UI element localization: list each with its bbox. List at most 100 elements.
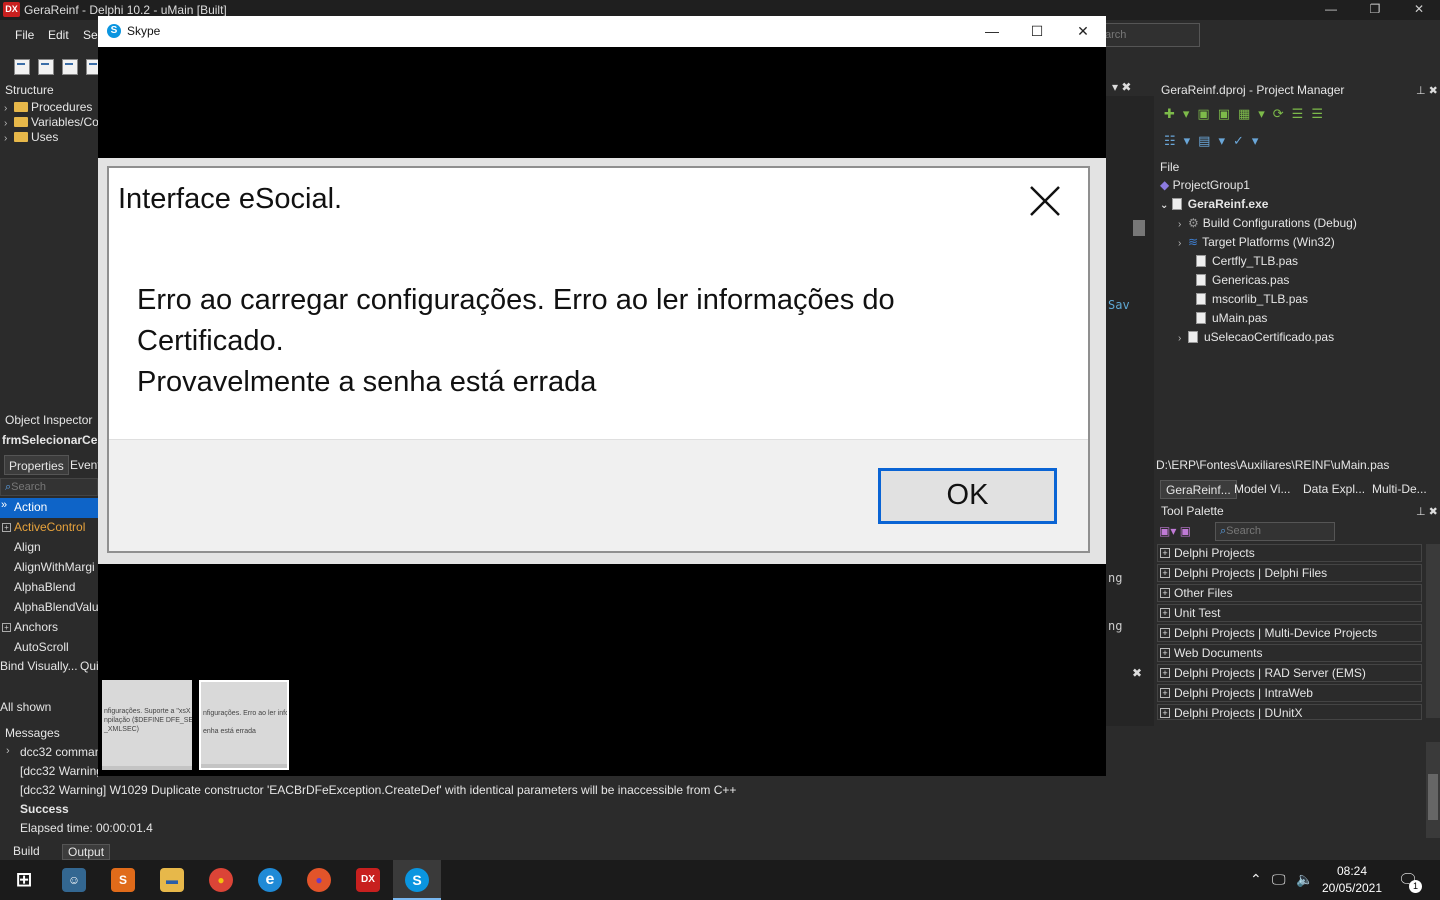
property-row-anchors[interactable]: + Anchors xyxy=(0,618,98,638)
volume-icon[interactable]: 🔈 xyxy=(1296,871,1313,888)
project-toolbar-icon[interactable]: ✚▾▣▣▦▾⟳☰☰ xyxy=(1164,106,1384,126)
new-file-icon[interactable] xyxy=(14,59,30,75)
taskbar-app-skype[interactable]: S xyxy=(393,860,441,900)
structure-item[interactable]: › Variables/Co xyxy=(4,115,98,131)
message-line[interactable]: [dcc32 Warning] W1029 Duplicate construc… xyxy=(20,783,736,797)
tab-gerareinf[interactable]: GeraReinf... xyxy=(1160,480,1237,499)
new-project-icon[interactable] xyxy=(38,59,54,75)
palette-search-input[interactable]: ⌕Search xyxy=(1215,522,1335,541)
taskbar-app-postgres[interactable]: ☺ xyxy=(50,860,98,900)
taskbar-app-sublime[interactable]: S xyxy=(99,860,147,900)
property-row-alphablend[interactable]: AlphaBlend xyxy=(0,578,98,598)
tab-output[interactable]: Output xyxy=(62,844,111,860)
screen-thumbnail[interactable]: nfigurações. Suporte a "xsX npilação ($D… xyxy=(102,680,192,770)
screen-thumbnail-active[interactable]: nfigurações. Erro ao ler info enha está … xyxy=(199,680,289,770)
palette-category[interactable]: + Other Files xyxy=(1157,584,1422,602)
dropdown-icon[interactable]: ▾ ✖ xyxy=(1112,80,1131,94)
quick-edit-link[interactable]: Qui xyxy=(80,659,98,673)
taskbar-app-delphi[interactable]: DX xyxy=(344,860,392,900)
project-item-file[interactable]: Certfly_TLB.pas xyxy=(1196,254,1298,273)
close-button[interactable]: ✕ xyxy=(1060,16,1106,47)
property-row-activecontrol[interactable]: + ActiveControl xyxy=(0,518,98,538)
taskbar-app-edge[interactable]: e xyxy=(246,860,294,900)
chevron-right-icon[interactable]: › xyxy=(6,745,10,757)
restore-button[interactable]: ❐ xyxy=(1353,0,1397,20)
minimize-button[interactable]: — xyxy=(969,16,1015,47)
maximize-button[interactable]: ☐ xyxy=(1014,16,1060,47)
clock-date[interactable]: 20/05/2021 xyxy=(1320,881,1384,895)
project-item-build-configurations[interactable]: › ⚙ Build Configurations (Debug) xyxy=(1178,216,1357,235)
palette-category[interactable]: + Delphi Projects | DUnitX xyxy=(1157,704,1422,720)
property-row-alignwithmargins[interactable]: AlignWithMargi xyxy=(0,558,98,578)
expand-icon[interactable]: + xyxy=(1160,708,1170,718)
expand-icon[interactable]: + xyxy=(2,523,11,532)
scrollbar-thumb[interactable] xyxy=(1133,220,1145,236)
property-search-input[interactable]: ⌕Search xyxy=(0,478,98,496)
palette-category[interactable]: + Delphi Projects xyxy=(1157,544,1422,562)
pin-close-icon[interactable]: ⊥ ✖ xyxy=(1416,84,1438,97)
expand-icon[interactable]: + xyxy=(1160,588,1170,598)
project-item-target-platforms[interactable]: › ≋ Target Platforms (Win32) xyxy=(1178,235,1335,254)
expand-icon[interactable]: + xyxy=(2,623,11,632)
expand-icon[interactable]: + xyxy=(1160,568,1170,578)
expand-icon[interactable]: + xyxy=(1160,628,1170,638)
expand-icon[interactable]: + xyxy=(1160,608,1170,618)
open-file-icon[interactable] xyxy=(62,59,78,75)
property-row-align[interactable]: Align xyxy=(0,538,98,558)
scrollbar-thumb[interactable] xyxy=(1428,774,1438,820)
expand-icon[interactable]: + xyxy=(1160,648,1170,658)
property-row-alphablendvalue[interactable]: AlphaBlendValu xyxy=(0,598,98,618)
palette-category[interactable]: + Delphi Projects | Multi-Device Projects xyxy=(1157,624,1422,642)
expand-icon[interactable]: + xyxy=(1160,668,1170,678)
project-item-file[interactable]: Genericas.pas xyxy=(1196,273,1289,292)
tab-build[interactable]: Build xyxy=(8,844,45,860)
tab-events[interactable]: Event xyxy=(66,455,98,475)
start-button[interactable]: ⊞ xyxy=(0,860,48,900)
menu-edit[interactable]: Edit xyxy=(48,28,69,42)
palette-category[interactable]: + Web Documents xyxy=(1157,644,1422,662)
expand-icon[interactable]: + xyxy=(1160,688,1170,698)
property-row-action[interactable]: » Action xyxy=(0,498,98,518)
project-group-row[interactable]: ◆ ProjectGroup1 xyxy=(1160,178,1250,197)
project-toolbar-icon[interactable]: ☷▾▤▾✓▾ xyxy=(1164,133,1304,153)
palette-category[interactable]: + Delphi Projects | RAD Server (EMS) xyxy=(1157,664,1422,682)
tab-model-view[interactable]: Model Vi... xyxy=(1229,480,1295,499)
message-line[interactable]: Elapsed time: 00:00:01.4 xyxy=(20,821,153,835)
message-line[interactable]: Success xyxy=(20,802,69,816)
close-icon[interactable]: ✖ xyxy=(1132,666,1142,680)
project-item-file[interactable]: mscorlib_TLB.pas xyxy=(1196,292,1308,311)
palette-category[interactable]: + Delphi Projects | IntraWeb xyxy=(1157,684,1422,702)
component-selector[interactable]: frmSelecionarCer xyxy=(2,433,98,447)
project-row[interactable]: ⌄ GeraReinf.exe xyxy=(1160,197,1268,216)
pin-close-icon[interactable]: ⊥ ✖ xyxy=(1416,505,1438,518)
project-item-file[interactable]: uMain.pas xyxy=(1196,311,1267,330)
minimize-button[interactable]: — xyxy=(1309,0,1353,20)
message-line[interactable]: dcc32 comman xyxy=(20,745,98,759)
taskbar-app-chrome[interactable]: ● xyxy=(197,860,245,900)
message-line[interactable]: [dcc32 Warning] xyxy=(20,764,98,778)
show-hidden-icons-icon[interactable]: ⌃ xyxy=(1250,871,1262,888)
tab-data-explorer[interactable]: Data Expl... xyxy=(1298,480,1370,499)
palette-scrollbar[interactable] xyxy=(1426,544,1440,718)
palette-category[interactable]: + Unit Test xyxy=(1157,604,1422,622)
property-row-autoscroll[interactable]: AutoScroll xyxy=(0,638,98,658)
structure-item[interactable]: › Procedures xyxy=(4,100,92,116)
ok-button[interactable]: OK xyxy=(878,468,1057,524)
taskbar-app-explorer[interactable]: ▬ xyxy=(148,860,196,900)
network-icon[interactable]: 🖵 xyxy=(1272,871,1286,888)
tab-properties[interactable]: Properties xyxy=(4,455,69,475)
shared-screen: Interface eSocial. Erro ao carregar conf… xyxy=(98,158,1106,564)
ide-search-input[interactable]: arch xyxy=(1098,23,1200,47)
bind-visually-link[interactable]: Bind Visually... xyxy=(0,659,78,673)
close-button[interactable]: ✕ xyxy=(1397,0,1440,20)
structure-item[interactable]: › Uses xyxy=(4,130,58,146)
close-icon[interactable] xyxy=(1027,183,1063,219)
palette-categories-icon[interactable]: ▣▾ ▣ xyxy=(1159,524,1209,540)
palette-category[interactable]: + Delphi Projects | Delphi Files xyxy=(1157,564,1422,582)
project-item-form[interactable]: › uSelecaoCertificado.pas xyxy=(1178,330,1334,349)
clock-time[interactable]: 08:24 xyxy=(1322,864,1382,878)
expand-icon[interactable]: + xyxy=(1160,548,1170,558)
tab-multi-device[interactable]: Multi-De... xyxy=(1367,480,1432,499)
menu-file[interactable]: File xyxy=(15,28,34,42)
taskbar-app-firefox[interactable]: ● xyxy=(295,860,343,900)
